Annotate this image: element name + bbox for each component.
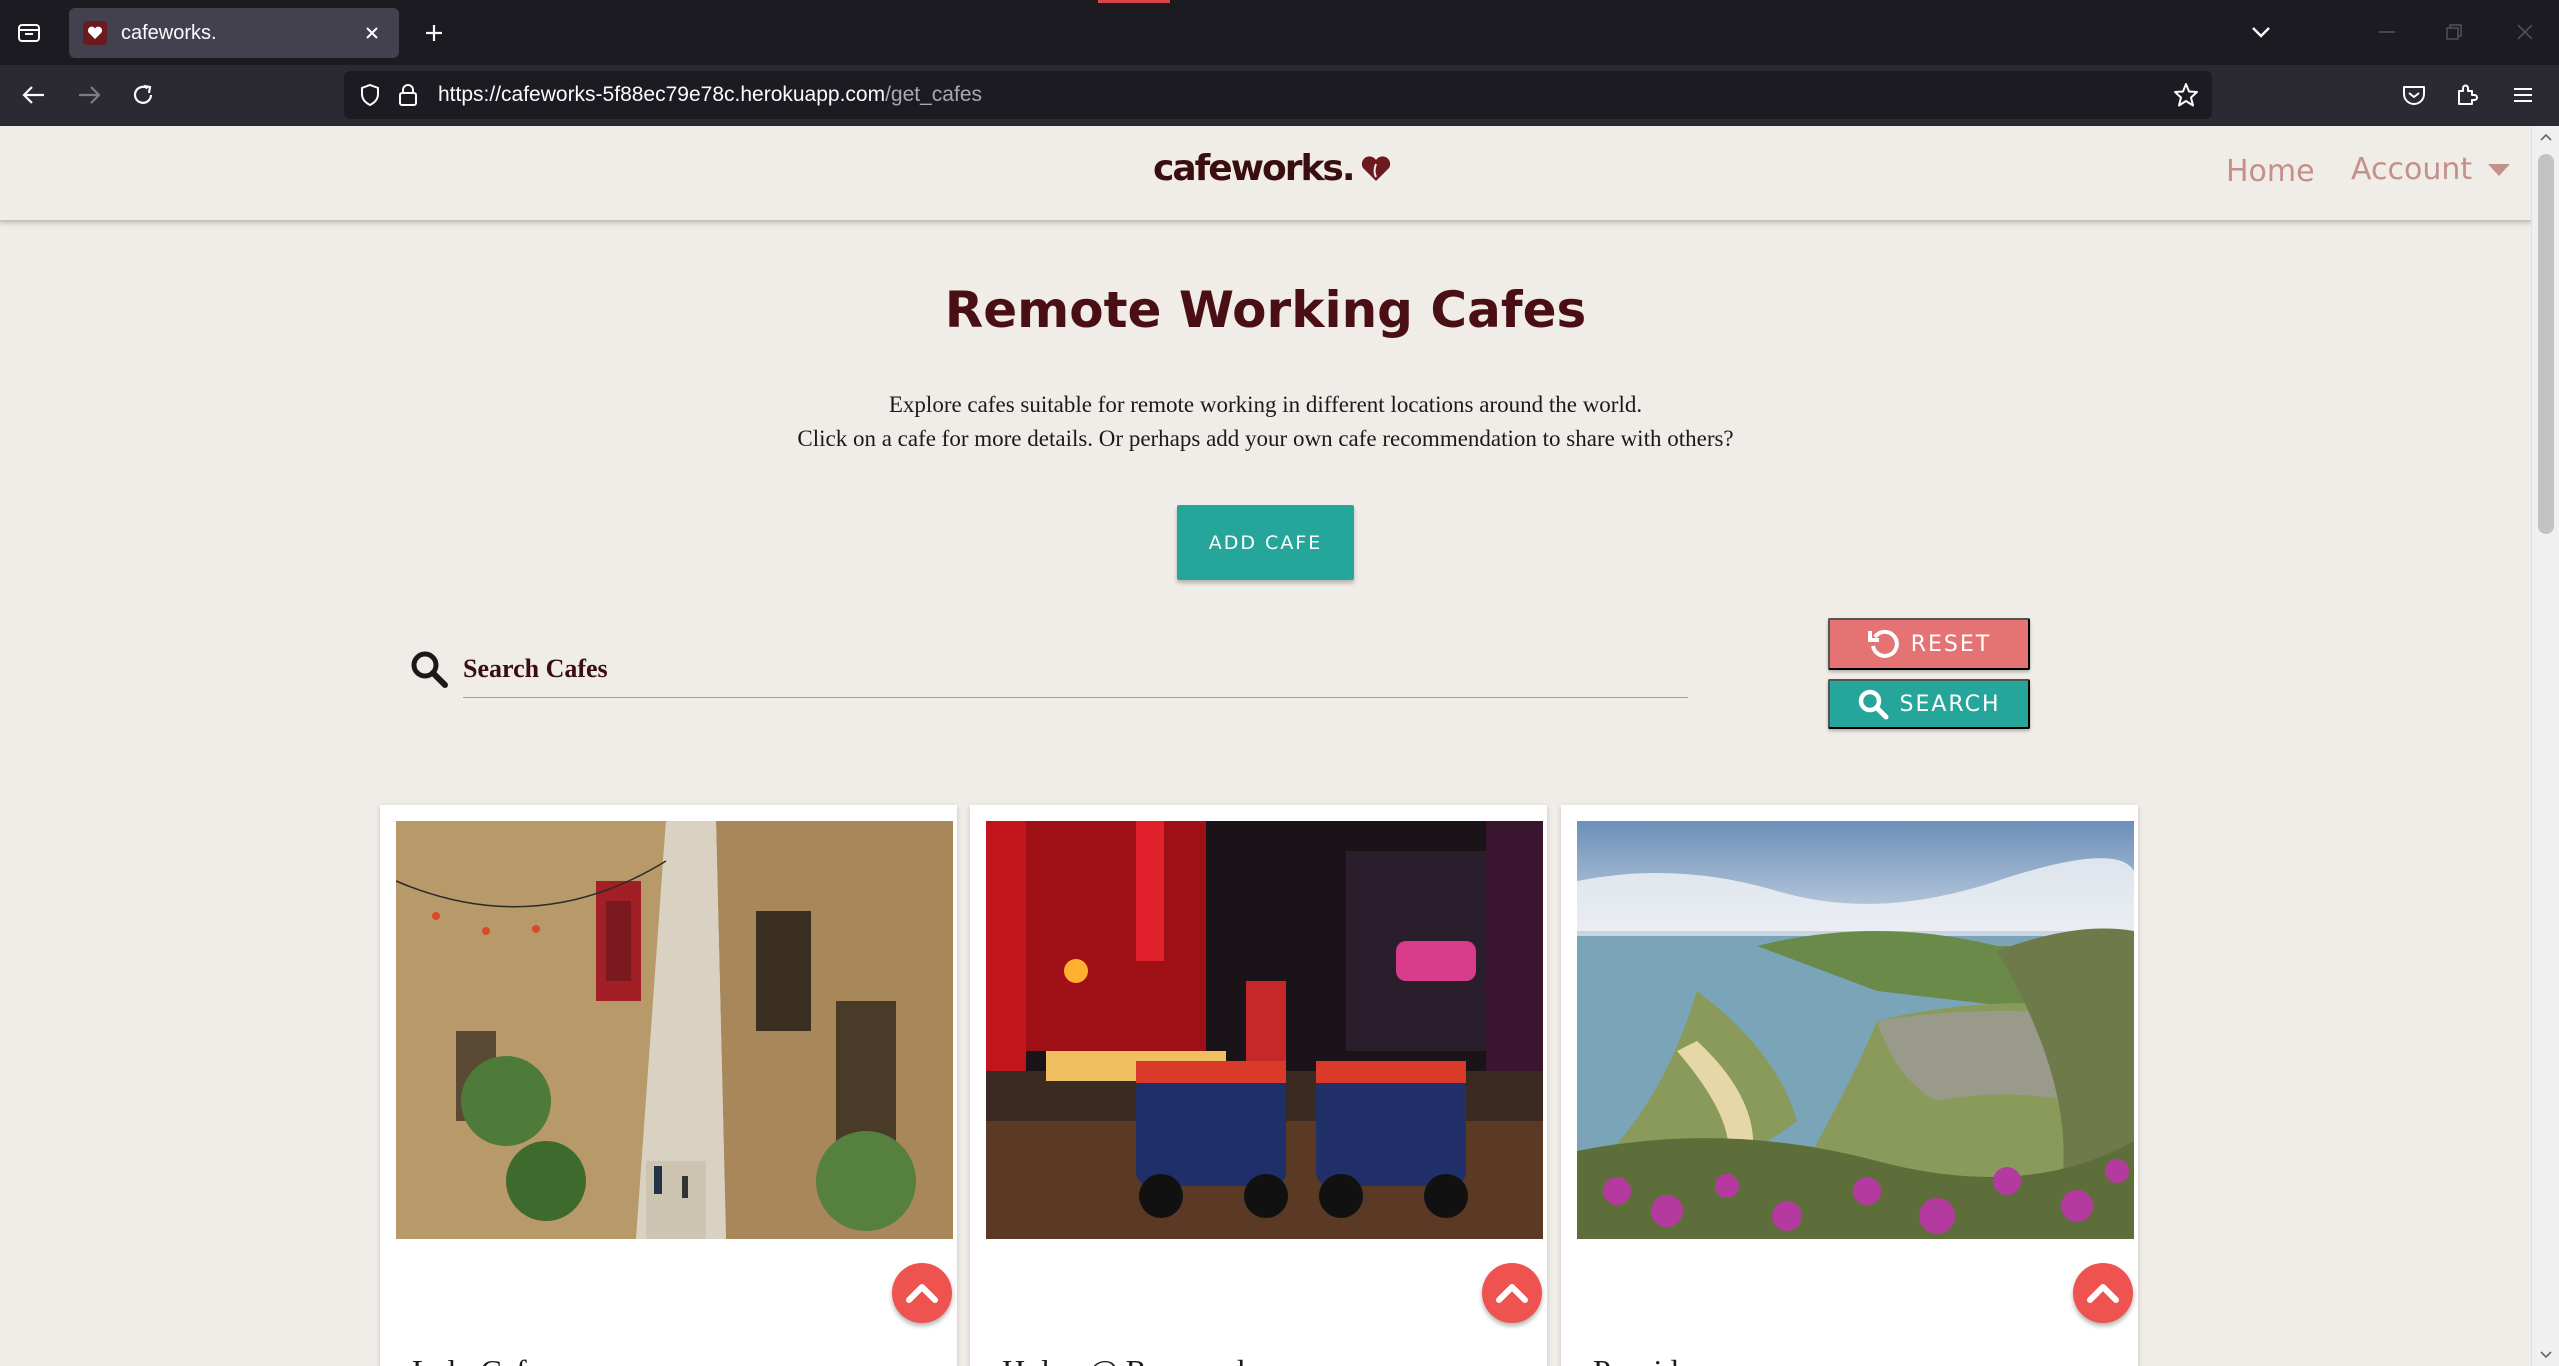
cafe-card[interactable]: Providero: [1561, 805, 2138, 1366]
card-expand-button[interactable]: [1482, 1263, 1542, 1323]
cafe-image-city-night[interactable]: [986, 821, 1543, 1239]
url-text[interactable]: https://cafeworks-5f88ec79e78c.herokuapp…: [438, 83, 982, 107]
scroll-down-arrow-icon[interactable]: [2539, 1348, 2553, 1362]
caret-down-icon: [2488, 163, 2511, 176]
intro-line-2: Click on a cafe for more details. Or per…: [797, 426, 1734, 451]
favicon-heart-icon: [83, 21, 107, 45]
extensions-icon[interactable]: [2447, 75, 2487, 115]
cafe-card[interactable]: Holey @ Ruamrudee: [970, 805, 1547, 1366]
search-icon: [410, 650, 450, 690]
back-icon[interactable]: [14, 75, 54, 115]
chevron-up-icon: [906, 1284, 938, 1303]
logo-heart-icon: [1361, 155, 1390, 181]
tab-title: cafeworks.: [121, 22, 217, 44]
cafe-card-title[interactable]: Providero: [1593, 1353, 1719, 1366]
cafe-card-title[interactable]: Holey @ Ruamrudee: [1002, 1353, 1273, 1366]
cafe-card[interactable]: Lulu Cafe: [380, 805, 957, 1366]
search-field: [463, 641, 1688, 698]
scroll-up-arrow-icon[interactable]: [2539, 130, 2553, 144]
close-icon[interactable]: [357, 18, 387, 48]
menu-icon[interactable]: [2503, 75, 2543, 115]
card-expand-button[interactable]: [2073, 1263, 2133, 1323]
tab-list-icon[interactable]: [12, 16, 46, 50]
plus-icon[interactable]: [417, 16, 451, 50]
window-close-icon[interactable]: [2505, 14, 2545, 50]
reload-icon[interactable]: [123, 75, 163, 115]
search-button[interactable]: SEARCH: [1828, 679, 2030, 729]
minimize-icon[interactable]: [2367, 14, 2407, 50]
search-icon: [1859, 689, 1889, 720]
cafe-image-street[interactable]: [396, 821, 953, 1239]
tab-cafeworks[interactable]: cafeworks.: [69, 8, 399, 58]
browser-tab-bar: cafeworks.: [0, 0, 2559, 65]
reset-label: RESET: [1910, 631, 1992, 657]
search-input[interactable]: [463, 641, 1688, 697]
cafe-image-coast[interactable]: [1577, 821, 2134, 1239]
reset-button[interactable]: RESET: [1828, 618, 2030, 670]
page-scrollbar[interactable]: [2531, 126, 2559, 1366]
restore-icon[interactable]: [2434, 14, 2474, 50]
page-content: cafeworks. Home Account Remote Working C…: [0, 126, 2531, 1366]
reset-icon: [1867, 629, 1899, 658]
url-path: /get_cafes: [885, 83, 982, 106]
intro-line-1: Explore cafes suitable for remote workin…: [888, 392, 1643, 417]
browser-nav-bar: https://cafeworks-5f88ec79e78c.herokuapp…: [0, 65, 2559, 126]
chevron-up-icon: [1496, 1284, 1528, 1303]
site-logo[interactable]: cafeworks.: [1153, 148, 1392, 189]
add-cafe-button[interactable]: ADD CAFE: [1177, 505, 1354, 580]
nav-home-link[interactable]: Home: [2226, 154, 2315, 189]
shield-icon[interactable]: [356, 81, 384, 109]
tab-indicator: [1098, 0, 1170, 3]
site-header: cafeworks. Home Account: [0, 126, 2531, 222]
forward-icon[interactable]: [69, 75, 109, 115]
chevron-up-icon: [2087, 1284, 2119, 1303]
pocket-icon[interactable]: [2394, 75, 2434, 115]
nav-account-dropdown[interactable]: Account: [2351, 152, 2511, 187]
logo-text: cafeworks.: [1153, 148, 1355, 189]
card-expand-button[interactable]: [892, 1263, 952, 1323]
chevron-down-icon[interactable]: [2243, 14, 2279, 50]
lock-icon[interactable]: [394, 81, 422, 109]
star-icon[interactable]: [2170, 79, 2202, 111]
cafe-card-title[interactable]: Lulu Cafe: [412, 1353, 541, 1366]
scrollbar-thumb[interactable]: [2538, 154, 2554, 534]
url-host: https://cafeworks-5f88ec79e78c.herokuapp…: [438, 83, 886, 106]
page-title: Remote Working Cafes: [944, 281, 1587, 339]
nav-account-label: Account: [2351, 152, 2473, 187]
intro-text: Explore cafes suitable for remote workin…: [0, 388, 2531, 456]
search-label: SEARCH: [1899, 691, 2001, 717]
url-bar[interactable]: https://cafeworks-5f88ec79e78c.herokuapp…: [344, 71, 2212, 119]
